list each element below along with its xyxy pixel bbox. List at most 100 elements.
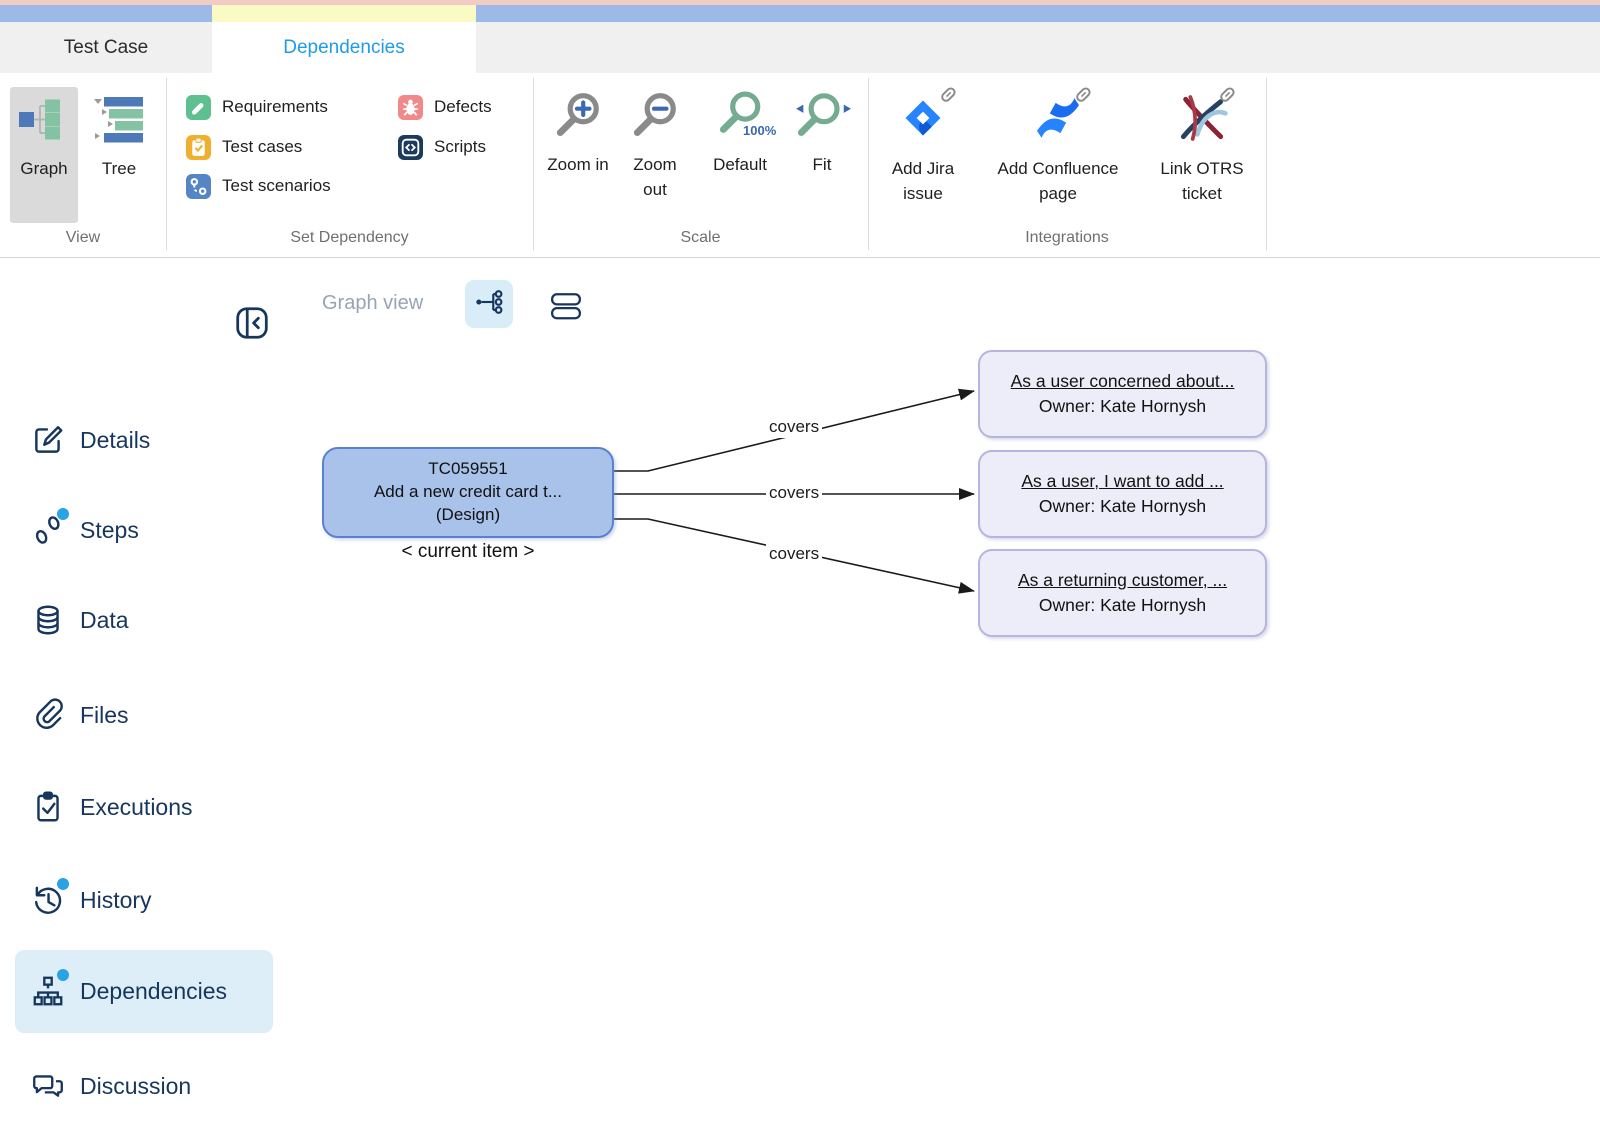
paperclip-badge-icon (1216, 84, 1238, 111)
scripts-icon (398, 135, 423, 160)
sidebar-item-data[interactable]: Data (30, 595, 280, 645)
add-jira-issue-button[interactable]: Add Jira issue (880, 90, 966, 206)
paperclip-badge-icon (1072, 84, 1094, 111)
sidebar-item-label: Details (80, 427, 150, 454)
default-scale-percent: 100% (743, 123, 776, 138)
test-scenarios-icon (186, 174, 211, 199)
collapse-panel-button[interactable] (234, 305, 270, 341)
dependency-node-owner: Owner: Kate Hornysh (1039, 394, 1206, 419)
add-confluence-page-label: Add Confluence page (978, 157, 1138, 206)
dependency-node[interactable]: As a user, I want to add ... Owner: Kate… (978, 450, 1267, 538)
fit-scale-button[interactable]: Fit (788, 90, 856, 178)
sidebar-item-dependencies[interactable]: Dependencies (30, 966, 280, 1016)
sidebar-item-details[interactable]: Details (30, 415, 280, 465)
group-separator (1266, 78, 1267, 250)
current-item-title: Add a new credit card t... (374, 481, 562, 504)
test-cases-icon (186, 135, 211, 160)
graph-layout-toggle[interactable] (465, 280, 513, 328)
tab-dependencies[interactable]: Dependencies (212, 22, 476, 73)
graph-view-icon (16, 95, 72, 150)
defects-button[interactable]: Defects (398, 93, 492, 121)
link-otrs-ticket-button[interactable]: Link OTRS ticket (1146, 90, 1258, 206)
list-layout-toggle[interactable] (550, 291, 582, 321)
sidebar-item-label: Executions (80, 794, 193, 821)
current-item-id: TC059551 (428, 458, 507, 481)
tree-view-icon (93, 95, 145, 150)
files-icon (30, 697, 66, 733)
requirements-button[interactable]: Requirements (186, 93, 328, 121)
details-icon (30, 422, 66, 458)
test-cases-button[interactable]: Test cases (186, 133, 302, 161)
history-icon (30, 882, 66, 918)
current-item-node[interactable]: TC059551 Add a new credit card t... (Des… (322, 447, 614, 538)
zoom-out-icon (630, 90, 680, 147)
zoom-out-button[interactable]: Zoom out (620, 90, 690, 202)
test-cases-label: Test cases (222, 137, 302, 157)
scripts-label: Scripts (434, 137, 486, 157)
sidebar-item-history[interactable]: History (30, 875, 280, 925)
sidebar-item-label: Dependencies (80, 978, 227, 1005)
default-scale-label: Default (713, 153, 767, 178)
sidebar-item-files[interactable]: Files (30, 690, 280, 740)
data-icon (30, 602, 66, 638)
notification-dot (57, 969, 69, 981)
tree-view-button[interactable]: Tree (86, 87, 152, 223)
zoom-out-label: Zoom out (620, 153, 690, 202)
app-window: Test Case Dependencies Graph (0, 0, 1600, 1146)
zoom-in-icon (553, 90, 603, 147)
active-tab-accent-strip (212, 5, 476, 22)
requirements-label: Requirements (222, 97, 328, 117)
dependency-node[interactable]: As a returning customer, ... Owner: Kate… (978, 549, 1267, 637)
add-jira-issue-label: Add Jira issue (880, 157, 966, 206)
tree-view-label: Tree (102, 158, 136, 179)
jira-icon (895, 90, 951, 151)
dependency-node[interactable]: As a user concerned about... Owner: Kate… (978, 350, 1267, 438)
view-mode-title: Graph view (322, 292, 442, 315)
group-label-set-dependency: Set Dependency (166, 226, 533, 250)
dependency-node-title[interactable]: As a user concerned about... (1011, 369, 1235, 394)
paperclip-badge-icon (937, 84, 959, 111)
graph-toggle-icon (473, 286, 505, 323)
dependency-node-title[interactable]: As a user, I want to add ... (1021, 469, 1223, 494)
default-scale-button[interactable]: 100% Default (700, 90, 780, 178)
steps-icon (30, 512, 66, 548)
sidebar-item-discussion[interactable]: Discussion (30, 1061, 280, 1111)
test-scenarios-button[interactable]: Test scenarios (186, 172, 331, 200)
defects-label: Defects (434, 97, 492, 117)
sidebar-item-label: Data (80, 607, 129, 634)
scripts-button[interactable]: Scripts (398, 133, 486, 161)
fit-scale-label: Fit (813, 153, 832, 178)
current-item-state: (Design) (436, 504, 500, 527)
default-scale-icon: 100% (715, 90, 765, 147)
defects-icon (398, 95, 423, 120)
confluence-icon (1030, 90, 1086, 151)
list-toggle-icon (550, 308, 582, 325)
add-confluence-page-button[interactable]: Add Confluence page (978, 90, 1138, 206)
test-scenarios-label: Test scenarios (222, 176, 331, 196)
group-label-scale: Scale (533, 226, 868, 250)
edge-label-covers: covers (766, 482, 822, 504)
executions-icon (30, 789, 66, 825)
fit-icon (793, 90, 851, 147)
zoom-in-button[interactable]: Zoom in (545, 90, 611, 178)
graph-view-button[interactable]: Graph (10, 87, 78, 223)
group-separator (533, 78, 534, 250)
edge-label-covers: covers (766, 543, 822, 565)
sidebar-item-steps[interactable]: Steps (30, 505, 280, 555)
sidebar-item-label: Files (80, 702, 129, 729)
sidebar-item-executions[interactable]: Executions (30, 782, 280, 832)
link-otrs-ticket-label: Link OTRS ticket (1146, 157, 1258, 206)
sidebar-item-label: Steps (80, 517, 139, 544)
zoom-in-label: Zoom in (547, 153, 608, 178)
dependency-node-title[interactable]: As a returning customer, ... (1018, 568, 1227, 593)
requirements-icon (186, 95, 211, 120)
otrs-icon (1174, 90, 1230, 151)
tab-test-case[interactable]: Test Case (0, 22, 212, 73)
edge-label-covers: covers (766, 416, 822, 438)
group-label-view: View (0, 226, 166, 250)
dependency-node-owner: Owner: Kate Hornysh (1039, 593, 1206, 618)
dependency-node-owner: Owner: Kate Hornysh (1039, 494, 1206, 519)
group-label-integrations: Integrations (868, 226, 1266, 250)
group-separator (868, 78, 869, 250)
sidebar-item-label: Discussion (80, 1073, 191, 1100)
